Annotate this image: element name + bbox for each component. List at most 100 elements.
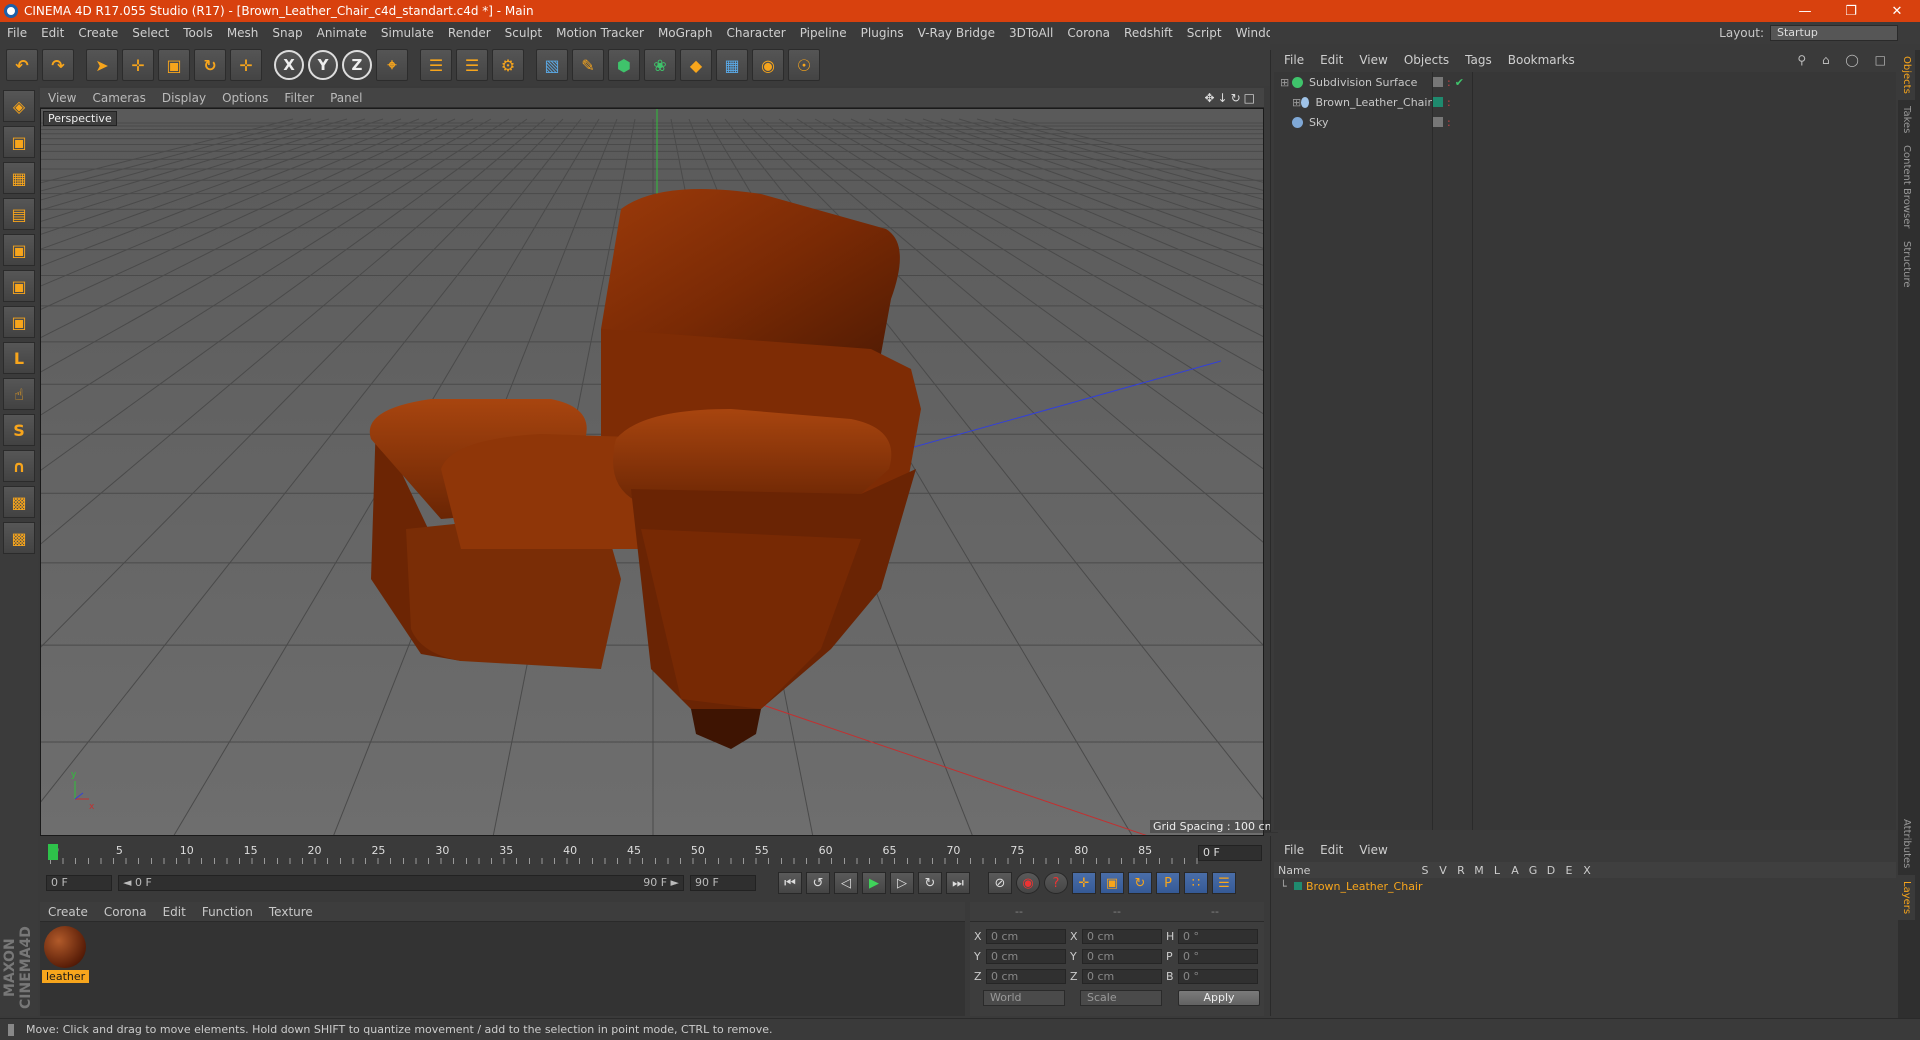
menu-select[interactable]: Select bbox=[125, 26, 176, 40]
layer-icon[interactable] bbox=[1433, 117, 1443, 127]
menu-file[interactable]: File bbox=[0, 26, 34, 40]
menu-plugins[interactable]: Plugins bbox=[854, 26, 911, 40]
object-menu-objects[interactable]: Objects bbox=[1396, 53, 1457, 67]
viewport-menu-options[interactable]: Options bbox=[214, 91, 276, 105]
coord-rotation-field[interactable]: 0 ° bbox=[1178, 928, 1258, 944]
tweak-mode-icon[interactable]: ☝ bbox=[3, 378, 35, 410]
side-tab-layers[interactable]: Layers bbox=[1898, 874, 1915, 920]
layer-menu-view[interactable]: View bbox=[1351, 843, 1395, 857]
key-position-icon[interactable]: ✛ bbox=[1072, 872, 1096, 894]
coord-position-field[interactable]: 0 cm bbox=[986, 928, 1066, 944]
prev-key-icon[interactable]: ↺ bbox=[806, 872, 830, 894]
menu-simulate[interactable]: Simulate bbox=[374, 26, 441, 40]
viewport-nav-icon[interactable]: ✥↓↻□ bbox=[1204, 91, 1264, 105]
object-row[interactable]: ⊞ Subdivision Surface: ✔ bbox=[1274, 72, 1896, 92]
expand-icon[interactable]: ⊞ bbox=[1292, 96, 1301, 109]
viewport-menu-filter[interactable]: Filter bbox=[276, 91, 322, 105]
deformer-icon[interactable]: ◆ bbox=[680, 49, 712, 81]
coordinate-system-icon[interactable]: ⌖ bbox=[376, 49, 408, 81]
camera-icon[interactable]: ◉ bbox=[752, 49, 784, 81]
coordinate-space-dropdown[interactable]: World bbox=[983, 990, 1065, 1006]
menu-create[interactable]: Create bbox=[71, 26, 125, 40]
viewport-camera-label[interactable]: Perspective bbox=[43, 111, 117, 126]
menu-character[interactable]: Character bbox=[719, 26, 792, 40]
menu-edit[interactable]: Edit bbox=[34, 26, 71, 40]
object-name-label[interactable]: Subdivision Surface bbox=[1309, 76, 1417, 89]
start-frame-field[interactable]: 0 F bbox=[46, 875, 112, 891]
menu-animate[interactable]: Animate bbox=[310, 26, 374, 40]
key-rotation-icon[interactable]: ↻ bbox=[1128, 872, 1152, 894]
undo-icon[interactable]: ↶ bbox=[6, 49, 38, 81]
transform-icon[interactable]: ✛ bbox=[230, 49, 262, 81]
coord-rotation-field[interactable]: 0 ° bbox=[1178, 968, 1258, 984]
motion-record-icon[interactable]: ⊘ bbox=[988, 872, 1012, 894]
coord-size-field[interactable]: 0 cm bbox=[1082, 948, 1162, 964]
object-name-label[interactable]: Brown_Leather_Chair bbox=[1315, 96, 1432, 109]
rotate-icon[interactable]: ↻ bbox=[194, 49, 226, 81]
visibility-dots-icon[interactable]: : bbox=[1447, 116, 1451, 129]
coord-size-field[interactable]: 0 cm bbox=[1082, 928, 1162, 944]
perspective-viewport[interactable]: y x bbox=[40, 108, 1264, 836]
layer-column-e[interactable]: E bbox=[1560, 864, 1578, 877]
render-picture-viewer-icon[interactable]: ☰ bbox=[456, 49, 488, 81]
edges-mode-icon[interactable]: ▣ bbox=[3, 270, 35, 302]
layer-column-m[interactable]: M bbox=[1470, 864, 1488, 877]
layer-color-swatch[interactable] bbox=[1294, 882, 1302, 890]
subdivision-icon[interactable]: ⬢ bbox=[608, 49, 640, 81]
cube-primitive-icon[interactable]: ▧ bbox=[536, 49, 568, 81]
layer-column-s[interactable]: S bbox=[1416, 864, 1434, 877]
snap-magnet-icon[interactable]: ∩ bbox=[3, 450, 35, 482]
points-mode-icon[interactable]: ▣ bbox=[3, 234, 35, 266]
next-frame-icon[interactable]: ▷ bbox=[890, 872, 914, 894]
coordinate-mode-dropdown[interactable]: Scale bbox=[1080, 990, 1162, 1006]
object-row[interactable]: ⊞ Brown_Leather_Chair: bbox=[1274, 92, 1896, 112]
layout-dropdown[interactable]: Startup bbox=[1770, 25, 1898, 41]
viewport-menu-display[interactable]: Display bbox=[154, 91, 214, 105]
render-settings-icon[interactable]: ⚙ bbox=[492, 49, 524, 81]
model-mode-icon[interactable]: ▣ bbox=[3, 126, 35, 158]
visibility-dots-icon[interactable]: : bbox=[1447, 96, 1451, 109]
lock-workplane-icon[interactable]: ▩ bbox=[3, 486, 35, 518]
maximize-button[interactable]: ❐ bbox=[1828, 4, 1874, 19]
minimize-button[interactable]: — bbox=[1782, 4, 1828, 19]
x-axis-icon[interactable]: X bbox=[274, 50, 304, 80]
go-to-start-icon[interactable]: ⏮ bbox=[778, 872, 802, 894]
key-parameter-icon[interactable]: P bbox=[1156, 872, 1180, 894]
layer-column-r[interactable]: R bbox=[1452, 864, 1470, 877]
visibility-dots-icon[interactable]: : bbox=[1447, 76, 1451, 89]
object-menu-bookmarks[interactable]: Bookmarks bbox=[1500, 53, 1583, 67]
viewport-menu-cameras[interactable]: Cameras bbox=[84, 91, 153, 105]
side-tab-attributes[interactable]: Attributes bbox=[1898, 813, 1915, 874]
floor-icon[interactable]: ▦ bbox=[716, 49, 748, 81]
object-menu-view[interactable]: View bbox=[1351, 53, 1395, 67]
menu-mograph[interactable]: MoGraph bbox=[651, 26, 720, 40]
timeline-playhead[interactable] bbox=[48, 844, 58, 860]
frame-range-slider[interactable]: ◄ 0 F 90 F ► bbox=[118, 875, 684, 891]
menu-mesh[interactable]: Mesh bbox=[220, 26, 266, 40]
go-to-end-icon[interactable]: ⏭ bbox=[946, 872, 970, 894]
scale-icon[interactable]: ▣ bbox=[158, 49, 190, 81]
y-axis-icon[interactable]: Y bbox=[308, 50, 338, 80]
material-menu-create[interactable]: Create bbox=[40, 905, 96, 919]
side-tab-objects[interactable]: Objects bbox=[1898, 50, 1915, 100]
side-tab-structure[interactable]: Structure bbox=[1898, 235, 1915, 294]
coord-position-field[interactable]: 0 cm bbox=[986, 968, 1066, 984]
menu-pipeline[interactable]: Pipeline bbox=[793, 26, 854, 40]
texture-mode-icon[interactable]: ▦ bbox=[3, 162, 35, 194]
object-manager-tools-icon[interactable]: ⚲ ⌂ ◯ □ bbox=[1797, 53, 1898, 67]
loop-icon[interactable]: ↻ bbox=[918, 872, 942, 894]
layer-column-g[interactable]: G bbox=[1524, 864, 1542, 877]
prev-frame-icon[interactable]: ◁ bbox=[834, 872, 858, 894]
axis-mode-icon[interactable]: L bbox=[3, 342, 35, 374]
layer-column-d[interactable]: D bbox=[1542, 864, 1560, 877]
layer-row[interactable]: └ Brown_Leather_Chair bbox=[1274, 878, 1896, 894]
coord-size-field[interactable]: 0 cm bbox=[1082, 968, 1162, 984]
layer-icon[interactable] bbox=[1433, 97, 1443, 107]
workplane-mode-icon[interactable]: ▤ bbox=[3, 198, 35, 230]
expand-icon[interactable]: ⊞ bbox=[1280, 76, 1292, 89]
solo-icon[interactable]: S bbox=[3, 414, 35, 446]
light-icon[interactable]: ☉ bbox=[788, 49, 820, 81]
key-scale-icon[interactable]: ▣ bbox=[1100, 872, 1124, 894]
enabled-check-icon[interactable]: ✔ bbox=[1455, 76, 1464, 89]
layer-column-x[interactable]: X bbox=[1578, 864, 1596, 877]
